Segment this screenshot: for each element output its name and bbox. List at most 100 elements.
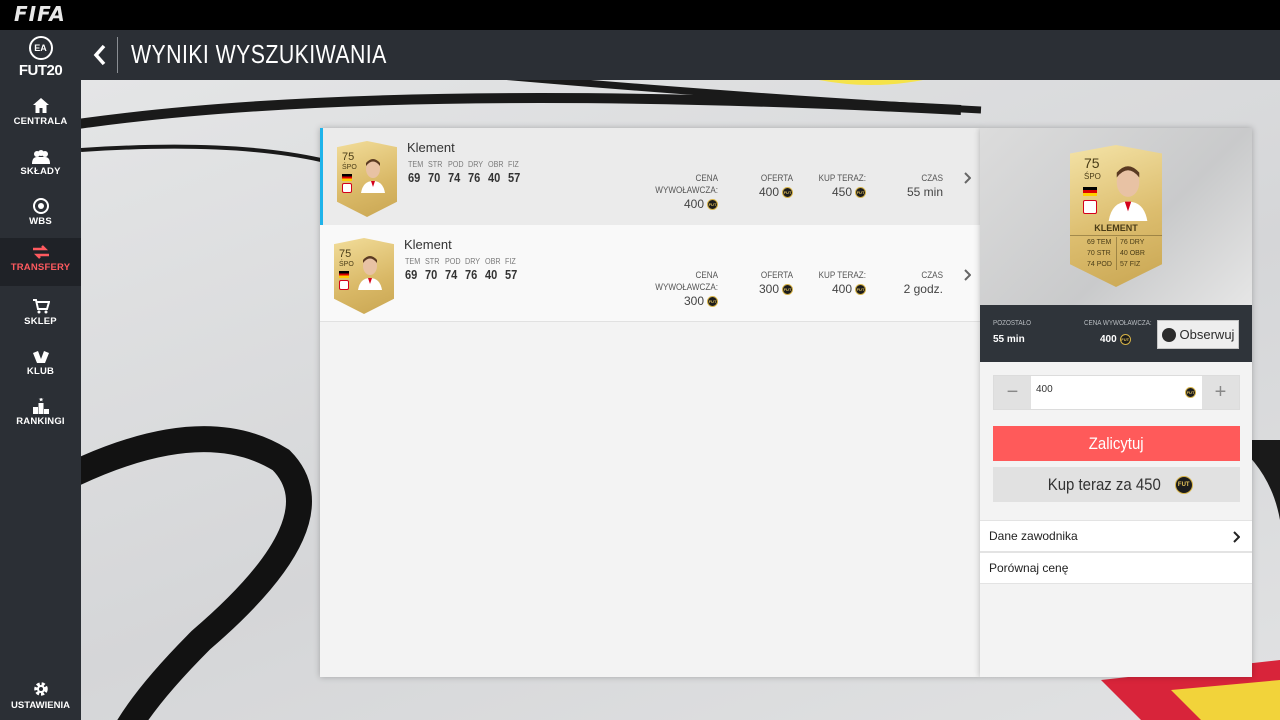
time-label: CZAS [921, 173, 943, 183]
watch-button[interactable]: Obserwuj [1157, 320, 1239, 349]
fut-brand: EA FUT20 [0, 36, 81, 79]
stat-value: 76 [465, 267, 478, 282]
result-row[interactable]: 75 ŚPO Klement TEM STR POD DRY OBR FIZ 6… [320, 225, 980, 322]
player-face-icon [358, 256, 382, 290]
sidebar-item-settings[interactable]: USTAWIENIA [0, 680, 81, 711]
start-price-column: CENA WYWOŁAWCZA: 300 FUT [628, 269, 718, 308]
sidebar-item-wbs[interactable]: WBS [0, 192, 81, 240]
transfer-arrows-icon [32, 245, 49, 259]
stat-value: 69 [408, 170, 421, 185]
player-data-link[interactable]: Dane zawodnika [980, 520, 1252, 552]
fifa-logo: FIFA [14, 2, 66, 26]
player-stats: TEM STR POD DRY OBR FIZ 69 70 74 76 40 5… [405, 257, 525, 282]
start-price-label: CENA WYWOŁAWCZA: [655, 270, 718, 292]
coin-icon: FUT [855, 283, 866, 295]
bid-amount-input[interactable] [1036, 384, 1176, 395]
sidebar-item-klub[interactable]: KLUB [0, 342, 81, 390]
sidebar-item-rankingi[interactable]: RANKINGI [0, 392, 81, 440]
coin-icon: FUT [707, 295, 718, 307]
page-title: WYNIKI WYSZUKIWANIA [131, 39, 387, 69]
leaderboard-icon [32, 398, 49, 414]
buy-now-button[interactable]: Kup teraz za 450 FUT [993, 467, 1240, 502]
start-price-column: CENA WYWOŁAWCZA: 400 FUT [628, 172, 718, 211]
player-card-mini: 75 ŚPO [337, 141, 397, 217]
card-stat: 74 POD [1087, 261, 1112, 268]
stat-label: FIZ [508, 160, 519, 169]
buy-now-column: KUP TERAZ: 400 FUT [796, 269, 866, 296]
time-value: 2 godz. [903, 282, 943, 296]
card-stats-right: 76 DRY 40 OBR 57 FIZ [1120, 237, 1145, 270]
stat-label: DRY [468, 160, 484, 169]
coin-icon: FUT [707, 198, 718, 210]
coin-icon: FUT [855, 186, 866, 198]
bid-button[interactable]: Zalicytuj [993, 426, 1240, 461]
stat-label: TEM [408, 160, 424, 169]
stat-value: 40 [485, 267, 498, 282]
ea-logo: EA [28, 36, 53, 60]
home-icon [32, 98, 49, 113]
club-badge-icon [342, 183, 352, 193]
coin-icon: FUT [1119, 334, 1131, 345]
sidebar-item-centrala[interactable]: CENTRALA [0, 92, 81, 140]
card-position: ŚPO [1084, 172, 1101, 181]
germany-flag-icon [1083, 187, 1097, 196]
ball-icon [32, 198, 49, 214]
top-bar: FIFA [0, 0, 1280, 30]
bid-button-label: Zalicytuj [1089, 434, 1144, 453]
player-name: Klement [407, 140, 455, 155]
stat-label: POD [448, 160, 464, 169]
player-face-icon [361, 159, 385, 193]
chevron-right-icon [1232, 530, 1242, 544]
result-row[interactable]: 75 ŚPO Klement TEM STR POD DRY OBR FIZ 6… [320, 128, 980, 225]
gear-icon [33, 682, 48, 696]
stat-value: 74 [445, 267, 458, 282]
germany-flag-icon [342, 174, 352, 181]
card-stat: 70 STR [1087, 250, 1111, 257]
card-stat: 69 TEM [1087, 239, 1112, 246]
stat-value: 57 [505, 267, 518, 282]
card-position: ŚPO [339, 261, 354, 268]
compare-price-link[interactable]: Porównaj cenę [980, 552, 1252, 584]
card-position: ŚPO [342, 164, 357, 171]
stat-value: 70 [428, 170, 441, 185]
stat-label: TEM [405, 257, 421, 266]
detail-card-area: 75 ŚPO KLEMENT 69 TEM 70 STR 74 POD 76 D… [980, 128, 1252, 305]
increase-bid-button[interactable]: + [1202, 376, 1239, 409]
sidebar-item-transfery[interactable]: TRANSFERY [0, 238, 81, 286]
decrease-bid-button[interactable]: − [994, 376, 1031, 409]
buy-now-value: 450 [831, 185, 852, 199]
card-stat: 76 DRY [1120, 239, 1145, 246]
stat-value: 70 [425, 267, 438, 282]
remaining-text: 55 min [993, 334, 1025, 345]
sidebar-item-sklady[interactable]: SKŁADY [0, 142, 81, 190]
back-button[interactable] [87, 39, 113, 71]
search-results-list: 75 ŚPO Klement TEM STR POD DRY OBR FIZ 6… [320, 128, 980, 677]
compare-price-label: Porównaj cenę [989, 561, 1069, 575]
player-name: Klement [404, 237, 452, 252]
sidebar-item-label: KLUB [26, 366, 55, 377]
remaining-value: 55 min [993, 334, 1025, 345]
coin-icon: FUT [1174, 475, 1193, 494]
club-icon [32, 351, 49, 363]
offer-column: OFERTA 300 FUT [733, 269, 793, 296]
buy-now-column: KUP TERAZ: 450 FUT [796, 172, 866, 199]
stat-label: STR [425, 257, 440, 266]
player-face-icon [1108, 166, 1148, 221]
card-stat-divider [1116, 237, 1117, 270]
offer-value: 400 [758, 185, 779, 199]
start-price-value: 300 [683, 294, 704, 308]
stat-label: OBR [485, 257, 501, 266]
stat-label: FIZ [505, 257, 516, 266]
sidebar: EA FUT20 CENTRALA SKŁADY WBS TRANSFERY S… [0, 30, 81, 720]
chevron-right-icon [963, 268, 973, 282]
sidebar-item-label: CENTRALA [13, 116, 68, 127]
player-data-label: Dane zawodnika [989, 529, 1078, 543]
player-detail-panel: 75 ŚPO KLEMENT 69 TEM 70 STR 74 POD 76 D… [980, 128, 1252, 677]
sidebar-item-sklep[interactable]: SKLEP [0, 292, 81, 340]
buy-now-label: Kup teraz za 450 [1047, 474, 1162, 494]
sidebar-item-label: RANKINGI [16, 416, 65, 427]
offer-label: OFERTA [760, 270, 793, 280]
watch-icon [1161, 327, 1176, 342]
header-bar: WYNIKI WYSZUKIWANIA [81, 30, 1280, 80]
buy-now-label: KUP TERAZ: [818, 270, 866, 280]
